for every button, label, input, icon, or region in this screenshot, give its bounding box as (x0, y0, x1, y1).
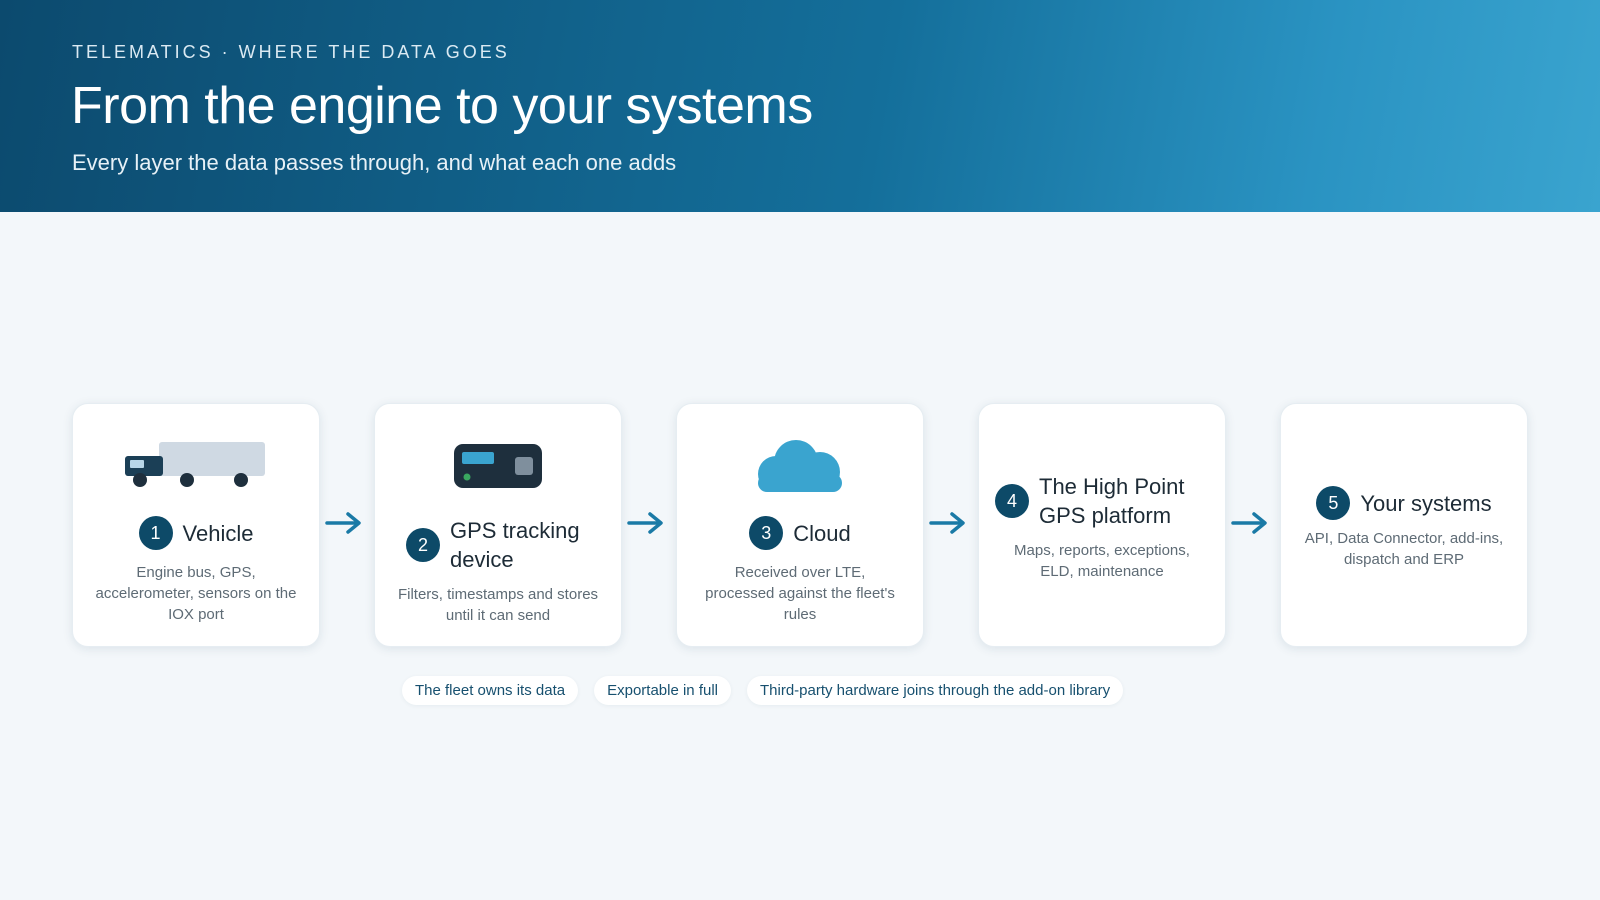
step-title: GPS tracking device (450, 518, 580, 572)
step-description: Engine bus, GPS, accelerometer, sensors … (95, 564, 297, 623)
step-card-cloud: 3 Cloud Received over LTE, processed aga… (676, 403, 924, 647)
step-heading: 4 The High Point GPS platform (979, 472, 1225, 530)
step-card-your-systems: 5 Your systems API, Data Connector, add-… (1280, 403, 1528, 647)
header-banner: TELEMATICS · WHERE THE DATA GOES From th… (0, 0, 1600, 212)
arrow-right-icon (626, 510, 666, 536)
step-description: API, Data Connector, add-ins, dispatch a… (1304, 530, 1504, 568)
step-number-badge: 5 (1316, 486, 1351, 520)
eyebrow-label: TELEMATICS · WHERE THE DATA GOES (72, 42, 510, 62)
step-card-platform: 4 The High Point GPS platform Maps, repo… (978, 403, 1226, 647)
feature-chips: The fleet owns its data Exportable in fu… (402, 676, 1124, 705)
page-subtitle: Every layer the data passes through, and… (72, 150, 677, 175)
step-description: Maps, reports, exceptions, ELD, maintena… (1014, 542, 1190, 580)
step-title: Vehicle (182, 520, 254, 546)
step-heading: 3 Cloud (677, 516, 923, 550)
step-heading: 1 Vehicle (73, 516, 319, 550)
cloud-icon (677, 436, 923, 496)
step-number-badge: 3 (749, 516, 784, 550)
step-number-badge: 1 (138, 516, 173, 550)
arrow-right-icon (324, 510, 364, 536)
truck-icon (73, 436, 319, 496)
step-description: Received over LTE, processed against the… (705, 564, 895, 623)
gps-device-icon (375, 436, 621, 496)
chip-third-party-hardware: Third-party hardware joins through the a… (747, 676, 1124, 705)
page-title: From the engine to your systems (71, 77, 813, 135)
step-number-badge: 4 (995, 484, 1029, 518)
step-number-badge: 2 (406, 528, 440, 562)
arrow-right-icon (1230, 510, 1270, 536)
arrow-right-icon (928, 510, 968, 536)
step-title: The High Point GPS platform (1039, 474, 1185, 528)
step-title: Your systems (1360, 490, 1492, 516)
chip-data-ownership: The fleet owns its data (402, 676, 579, 705)
step-description: Filters, timestamps and stores until it … (397, 586, 599, 624)
step-heading: 2 GPS tracking device (375, 516, 621, 574)
step-card-vehicle: 1 Vehicle Engine bus, GPS, accelerometer… (72, 403, 320, 647)
chip-exportable: Exportable in full (594, 676, 731, 705)
step-card-gps-device: 2 GPS tracking device Filters, timestamp… (374, 403, 622, 647)
step-heading: 5 Your systems (1281, 486, 1527, 520)
step-title: Cloud (793, 520, 851, 546)
